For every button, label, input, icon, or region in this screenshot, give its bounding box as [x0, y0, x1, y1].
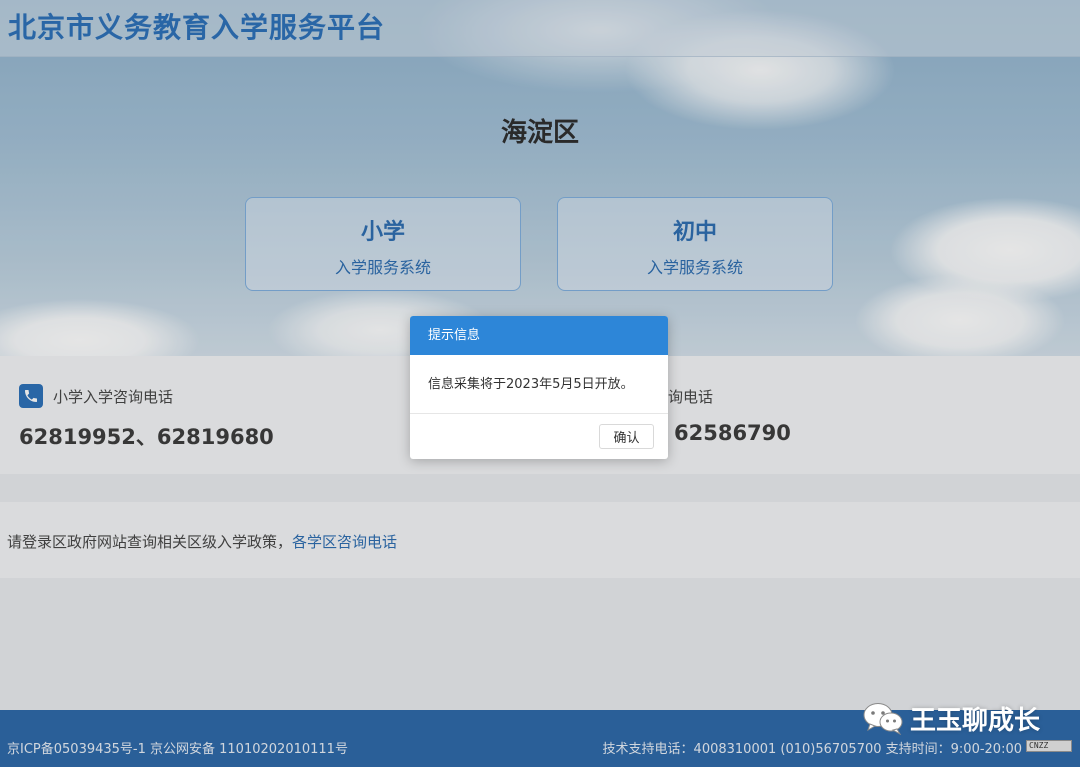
dialog-title: 提示信息 [410, 316, 668, 355]
dialog-message: 信息采集将于2023年5月5日开放。 [410, 355, 668, 414]
info-dialog: 提示信息 信息采集将于2023年5月5日开放。 确认 [410, 316, 668, 459]
dialog-footer: 确认 [410, 414, 668, 459]
confirm-button[interactable]: 确认 [599, 424, 654, 449]
watermark-text: 王玉聊成长 [910, 705, 1041, 736]
wechat-icon [863, 703, 903, 735]
watermark: 王玉聊成长 [862, 700, 1040, 736]
